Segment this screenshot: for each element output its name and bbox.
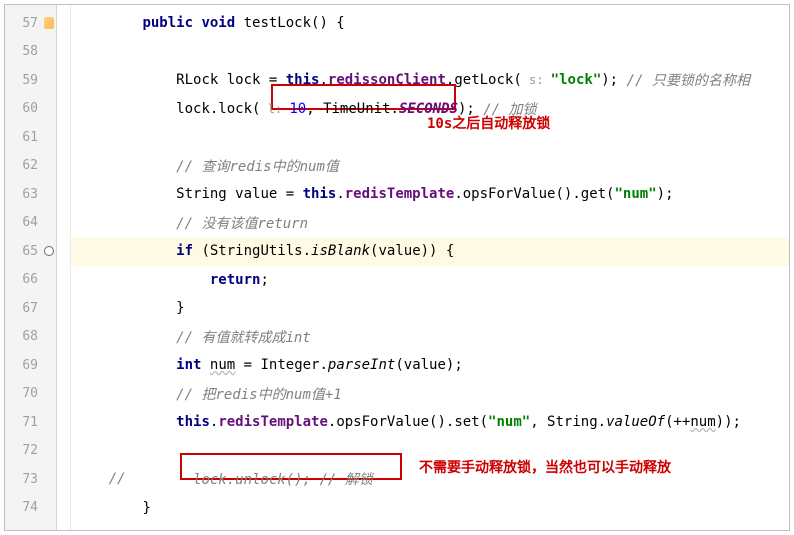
code-line-58[interactable]	[71, 38, 789, 67]
gutter-line-67[interactable]: 67	[5, 294, 56, 323]
gutter-line-62[interactable]: 62	[5, 152, 56, 181]
gutter-line-58[interactable]: 58	[5, 38, 56, 67]
fold-strip[interactable]	[57, 5, 71, 530]
code-area[interactable]: 10s之后自动释放锁 不需要手动释放锁，当然也可以手动释放 public voi…	[71, 5, 789, 530]
code-line-73[interactable]: // lock.unlock(); // 解锁	[71, 465, 789, 494]
gutter-line-73[interactable]: 73	[5, 465, 56, 494]
gutter-line-72[interactable]: 72	[5, 437, 56, 466]
gutter-line-65[interactable]: 65	[5, 237, 56, 266]
code-line-59[interactable]: RLock lock = this.redissonClient.getLock…	[71, 66, 789, 95]
code-line-72[interactable]	[71, 437, 789, 466]
gutter-line-70[interactable]: 70	[5, 380, 56, 409]
code-line-67[interactable]: }	[71, 294, 789, 323]
code-line-68[interactable]: // 有值就转成成int	[71, 323, 789, 352]
code-line-70[interactable]: // 把redis中的num值+1	[71, 380, 789, 409]
code-line-57[interactable]: public void testLock() {	[71, 9, 789, 38]
override-marker[interactable]	[44, 246, 54, 256]
gutter-line-63[interactable]: 63	[5, 180, 56, 209]
code-line-63[interactable]: String value = this.redisTemplate.opsFor…	[71, 180, 789, 209]
code-line-69[interactable]: int num = Integer.parseInt(value);	[71, 351, 789, 380]
code-line-74[interactable]: }	[71, 494, 789, 523]
gutter-line-69[interactable]: 69	[5, 351, 56, 380]
gutter-line-61[interactable]: 61	[5, 123, 56, 152]
gutter-line-57[interactable]: 57	[5, 9, 56, 38]
code-line-62[interactable]: // 查询redis中的num值	[71, 152, 789, 181]
code-line-71[interactable]: this.redisTemplate.opsForValue().set("nu…	[71, 408, 789, 437]
gutter-line-66[interactable]: 66	[5, 266, 56, 295]
gutter-line-59[interactable]: 59	[5, 66, 56, 95]
line-number-gutter: 57 58 59 60 61 62 63 64 65 66 67 68 69 7…	[5, 5, 57, 530]
gutter-line-60[interactable]: 60	[5, 95, 56, 124]
gutter-line-74[interactable]: 74	[5, 494, 56, 523]
editor-frame: 57 58 59 60 61 62 63 64 65 66 67 68 69 7…	[4, 4, 790, 531]
code-line-64[interactable]: // 没有该值return	[71, 209, 789, 238]
gutter-line-71[interactable]: 71	[5, 408, 56, 437]
code-line-61[interactable]	[71, 123, 789, 152]
gutter-line-64[interactable]: 64	[5, 209, 56, 238]
code-line-66[interactable]: return;	[71, 266, 789, 295]
code-line-65[interactable]: if (StringUtils.isBlank(value)) {	[71, 237, 789, 266]
annotation-marker[interactable]	[44, 17, 54, 29]
gutter-line-68[interactable]: 68	[5, 323, 56, 352]
code-line-60[interactable]: lock.lock( l: 10, TimeUnit.SECONDS); // …	[71, 95, 789, 124]
